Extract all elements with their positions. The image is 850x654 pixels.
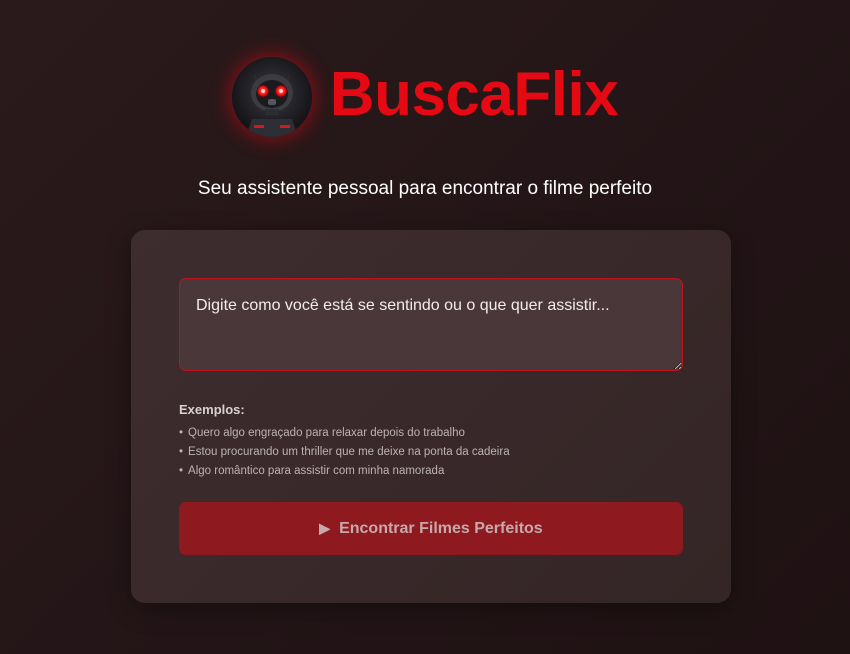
example-item: • Algo romântico para assistir com minha … xyxy=(179,462,683,481)
example-item: • Quero algo engraçado para relaxar depoi… xyxy=(179,424,683,443)
example-text: Quero algo engraçado para relaxar depois… xyxy=(188,427,465,439)
app-header: BuscaFlix xyxy=(0,56,850,138)
robot-avatar-icon xyxy=(231,57,312,137)
mood-input[interactable] xyxy=(179,278,683,371)
find-movies-label: Encontrar Filmes Perfeitos xyxy=(339,519,543,537)
examples-section: Exemplos: • Quero algo engraçado para rel… xyxy=(179,402,683,481)
tagline: Seu assistente pessoal para encontrar o … xyxy=(197,178,653,199)
bullet-icon: • xyxy=(179,427,184,439)
app-title: BuscaFlix xyxy=(329,60,619,129)
play-icon: ▶ xyxy=(319,520,331,536)
example-item: • Estou procurando um thriller que me dei… xyxy=(179,443,683,462)
examples-list: • Quero algo engraçado para relaxar depoi… xyxy=(179,424,683,481)
bullet-icon: • xyxy=(179,465,184,477)
example-text: Estou procurando um thriller que me deix… xyxy=(188,446,510,458)
examples-heading: Exemplos: xyxy=(179,402,245,417)
example-text: Algo romântico para assistir com minha n… xyxy=(188,465,445,477)
bullet-icon: • xyxy=(179,446,184,458)
search-card: Exemplos: • Quero algo engraçado para rel… xyxy=(131,230,731,603)
find-movies-button[interactable]: ▶ Encontrar Filmes Perfeitos xyxy=(179,502,683,555)
